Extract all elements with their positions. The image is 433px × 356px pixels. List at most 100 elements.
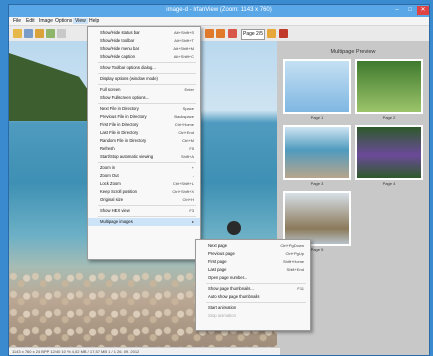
- maximize-button[interactable]: □: [404, 6, 416, 15]
- page-label: Page 3: [310, 181, 324, 186]
- open-icon[interactable]: [13, 29, 22, 38]
- menu-item-label: Start/Stop automatic viewing: [100, 154, 154, 159]
- page-thumbnail[interactable]: [355, 59, 423, 114]
- view-item-first-file-in-directory[interactable]: First File in Directory Ctrl+Home: [88, 121, 200, 129]
- multipage-item-start-animation[interactable]: Start animation: [196, 304, 310, 312]
- view-item-multipage-images[interactable]: Multipage images ▸: [88, 218, 200, 226]
- page-thumbnail[interactable]: [283, 191, 351, 246]
- menu-separator: [98, 103, 196, 104]
- view-item-original-size[interactable]: Original size Ctrl+H: [88, 196, 200, 204]
- view-menu: Show/Hide status bar Alt+Shift+S Show/Hide…: [87, 26, 201, 260]
- menu-view[interactable]: View: [73, 18, 88, 24]
- page-thumbnail[interactable]: [283, 125, 351, 180]
- page-thumbnail[interactable]: [283, 59, 351, 114]
- app-window: image-d - IrfanView (Zoom: 1143 x 760) –…: [8, 4, 430, 356]
- view-item-show-hide-caption[interactable]: Show/Hide caption Alt+Shift+C: [88, 53, 200, 61]
- menu-item-shortcut: Shift+End: [286, 267, 304, 272]
- menu-item-shortcut: Ctrl+M: [182, 138, 194, 143]
- menu-file[interactable]: File: [13, 18, 21, 24]
- menu-item-shortcut: Ctrl+PgUp: [285, 251, 304, 256]
- menu-item-shortcut: Ctrl+Home: [174, 122, 194, 127]
- view-item-show-hide-status-bar[interactable]: Show/Hide status bar Alt+Shift+S: [88, 29, 200, 37]
- menu-item-shortcut: Ctrl+Shift+L: [172, 181, 194, 186]
- folder-icon[interactable]: [35, 29, 44, 38]
- view-item-show-hide-toolbar[interactable]: Show/Hide toolbar Alt+Shift+T: [88, 37, 200, 45]
- previous-page-icon[interactable]: [205, 29, 214, 38]
- menu-item-label: First page: [208, 259, 227, 264]
- view-item-last-file-in-directory[interactable]: Last File in Directory Ctrl+End: [88, 129, 200, 137]
- close-button[interactable]: ✕: [417, 6, 429, 15]
- menu-options[interactable]: Options: [55, 18, 72, 24]
- multipage-item-last-page[interactable]: Last page Shift+End: [196, 266, 310, 274]
- multipage-item-auto-show-page-thumbnails[interactable]: Auto show page thumbnails: [196, 293, 310, 301]
- page-number-box: Page 2/5: [241, 29, 265, 40]
- multipage-item-stop-animation[interactable]: Stop animation: [196, 312, 310, 320]
- view-item-show-hide-menu-bar[interactable]: Show/Hide menu bar Alt+Shift+M: [88, 45, 200, 53]
- menu-edit[interactable]: Edit: [26, 18, 35, 24]
- view-item-start-stop-automatic-viewing[interactable]: Start/Stop automatic viewing Shift+A: [88, 153, 200, 161]
- menu-item-shortcut: Ctrl+H: [182, 197, 194, 202]
- view-item-show-toolbar-options-dialog[interactable]: Show Toolbar options dialog...: [88, 64, 200, 72]
- view-item-zoom-in[interactable]: Zoom in +: [88, 164, 200, 172]
- exit-icon[interactable]: [228, 29, 237, 38]
- multipage-item-previous-page[interactable]: Previous page Ctrl+PgUp: [196, 250, 310, 258]
- page-thumbnail[interactable]: [355, 125, 423, 180]
- menu-item-shortcut: F3: [189, 208, 194, 213]
- menu-item-label: Show Fullscreen options...: [100, 95, 150, 100]
- menu-item-label: Last page: [208, 267, 227, 272]
- title-bar[interactable]: image-d - IrfanView (Zoom: 1143 x 760) –…: [9, 5, 429, 17]
- settings-icon[interactable]: [267, 29, 276, 38]
- menu-item-label: Lock Zoom: [100, 181, 121, 186]
- menu-item-shortcut: F11: [297, 286, 304, 291]
- menu-item-label: Show/Hide caption: [100, 54, 135, 59]
- menu-separator: [98, 73, 196, 74]
- view-item-lock-zoom[interactable]: Lock Zoom Ctrl+Shift+L: [88, 180, 200, 188]
- menu-item-label: Last File in Directory: [100, 130, 139, 135]
- menu-item-label: Multipage images: [100, 219, 133, 224]
- multipage-item-open-page-number[interactable]: Open page number...: [196, 274, 310, 282]
- menu-item-label: Show/Hide toolbar: [100, 38, 135, 43]
- image-icon[interactable]: [46, 29, 55, 38]
- menu-item-label: Show HEX view: [100, 208, 130, 213]
- view-item-show-hex-view[interactable]: Show HEX view F3: [88, 207, 200, 215]
- view-item-display-options-window-mode[interactable]: Display options (window mode): [88, 75, 200, 83]
- minimize-button[interactable]: –: [391, 6, 403, 15]
- window-title: image-d - IrfanView (Zoom: 1143 x 760): [166, 7, 272, 13]
- menu-item-shortcut: Backspace: [174, 114, 194, 119]
- view-item-show-fullscreen-options[interactable]: Show Fullscreen options...: [88, 94, 200, 102]
- menu-item-label: Keep Scroll position: [100, 189, 138, 194]
- menu-item-label: Show/Hide menu bar: [100, 46, 140, 51]
- save-icon[interactable]: [24, 29, 33, 38]
- multipage-item-show-page-thumbnails[interactable]: Show page thumbnails... F11: [196, 285, 310, 293]
- menu-separator: [98, 62, 196, 63]
- menu-item-shortcut: Shift+Home: [282, 259, 304, 264]
- menu-image[interactable]: Image: [39, 18, 53, 24]
- view-item-zoom-out[interactable]: Zoom Out -: [88, 172, 200, 180]
- view-item-next-file-in-directory[interactable]: Next File in Directory Space: [88, 105, 200, 113]
- multipage-item-next-page[interactable]: Next page Ctrl+PgDown: [196, 242, 310, 250]
- view-item-refresh[interactable]: Refresh F5: [88, 145, 200, 153]
- menu-item-label: Random File in Directory: [100, 138, 147, 143]
- next-page-icon[interactable]: [216, 29, 225, 38]
- menu-item-label: Zoom in: [100, 165, 116, 170]
- menu-separator: [98, 205, 196, 206]
- status-bar: 1143 x 760 x 24 BPP 12/40 10 % 4,02 MB /…: [9, 347, 280, 355]
- multipage-item-first-page[interactable]: First page Shift+Home: [196, 258, 310, 266]
- menu-item-shortcut: Alt+Shift+T: [174, 38, 194, 43]
- print-icon[interactable]: [57, 29, 66, 38]
- view-item-full-screen[interactable]: Full screen Enter: [88, 86, 200, 94]
- menu-item-label: Display options (window mode): [100, 76, 158, 81]
- view-item-random-file-in-directory[interactable]: Random File in Directory Ctrl+M: [88, 137, 200, 145]
- view-item-previous-file-in-directory[interactable]: Previous File in Directory Backspace: [88, 113, 200, 121]
- menu-item-shortcut: F5: [189, 146, 194, 151]
- menu-help[interactable]: Help: [89, 18, 99, 24]
- menu-item-shortcut: Alt+Shift+S: [173, 30, 194, 35]
- menu-item-label: Show/Hide status bar: [100, 30, 140, 35]
- view-item-keep-scroll-position[interactable]: Keep Scroll position Ctrl+Shift+X: [88, 188, 200, 196]
- menu-item-label: Full screen: [100, 87, 121, 92]
- menu-separator: [98, 162, 196, 163]
- menu-item-shortcut: -: [192, 173, 194, 178]
- menu-item-label: Previous page: [208, 251, 235, 256]
- menu-item-shortcut: Alt+Shift+M: [173, 46, 194, 51]
- help-icon[interactable]: [279, 29, 288, 38]
